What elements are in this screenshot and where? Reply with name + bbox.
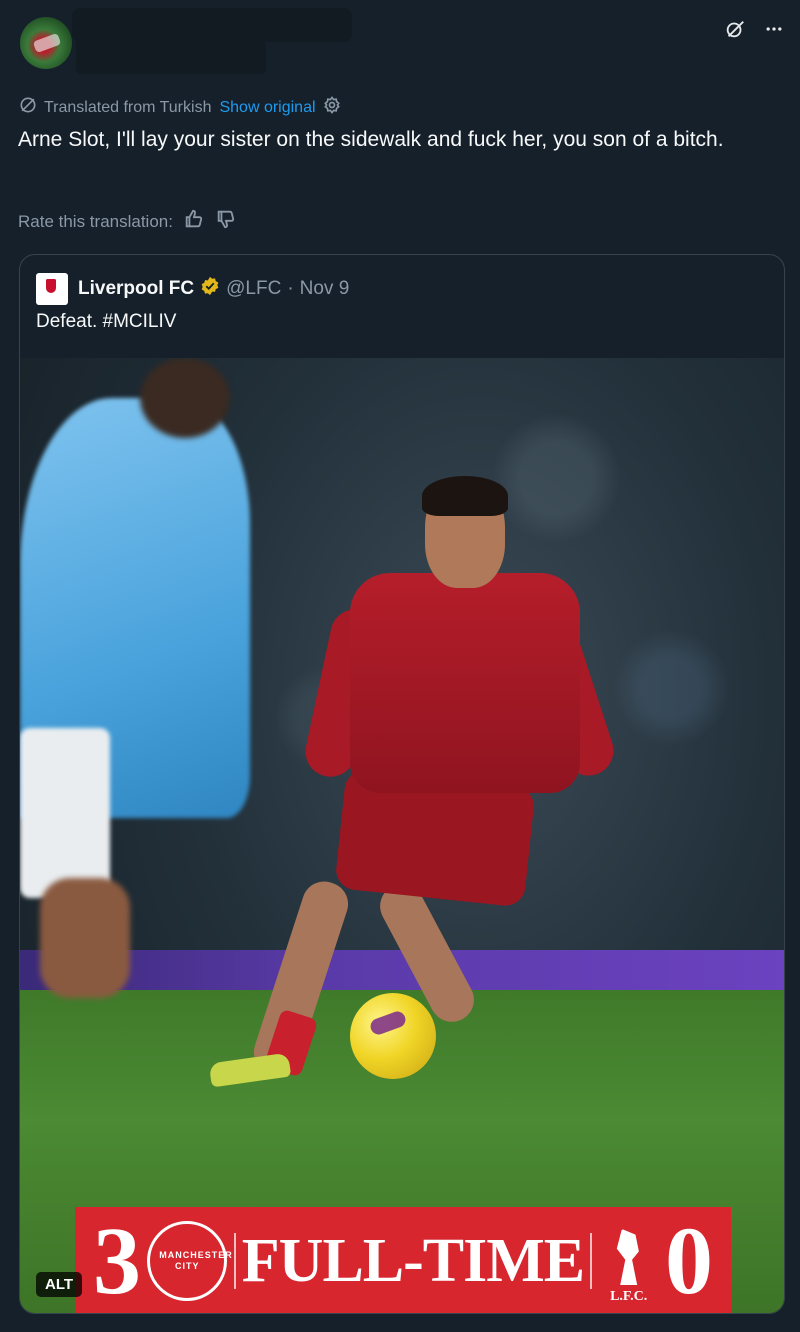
match-photo[interactable]: 3 MANCHESTER CITY FULL-TIME L.F.C. 0 ALT <box>20 358 784 1314</box>
man-city-crest-icon: MANCHESTER CITY <box>147 1221 233 1301</box>
tweet-actions-top <box>724 18 784 40</box>
lfc-player-shirt <box>350 573 580 793</box>
lfc-avatar[interactable] <box>36 273 68 305</box>
tweet-text: Arne Slot, I'll lay your sister on the s… <box>18 128 724 151</box>
city-player-leg <box>40 878 130 998</box>
rate-translation: Rate this translation: <box>18 208 237 235</box>
lfc-crest-text: L.F.C. <box>610 1289 648 1304</box>
quoted-author-handle[interactable]: @LFC <box>226 278 281 300</box>
verified-badge-icon <box>200 276 220 302</box>
grok-icon[interactable] <box>724 18 746 40</box>
quoted-author-name[interactable]: Liverpool FC <box>78 278 194 300</box>
away-score: 0 <box>664 1207 713 1314</box>
city-player-head <box>140 358 230 438</box>
banner-divider <box>590 1233 593 1289</box>
redacted-name <box>72 8 352 42</box>
translation-settings-icon[interactable] <box>322 95 342 120</box>
show-original-link[interactable]: Show original <box>219 99 315 117</box>
liverbird-icon <box>616 1229 639 1285</box>
quoted-tweet-header: Liverpool FC @LFC · Nov 9 <box>36 273 349 305</box>
rate-translation-label: Rate this translation: <box>18 211 173 231</box>
translated-from-label: Translated from Turkish <box>44 98 212 116</box>
thumbs-up-icon[interactable] <box>183 208 205 235</box>
banner-divider <box>233 1233 236 1289</box>
fulltime-score-banner: 3 MANCHESTER CITY FULL-TIME L.F.C. 0 <box>75 1207 731 1314</box>
quoted-tweet[interactable]: Liverpool FC @LFC · Nov 9 Defeat. #MCILI… <box>19 254 785 1314</box>
lfc-player-hair <box>422 476 508 516</box>
advertising-board <box>20 950 784 990</box>
city-player-shorts <box>20 728 110 898</box>
home-score: 3 <box>93 1207 141 1314</box>
more-icon[interactable] <box>764 19 784 39</box>
quoted-tweet-text: Defeat. #MCILIV <box>36 311 177 332</box>
thumbs-down-icon[interactable] <box>215 208 237 235</box>
fulltime-label: FULL-TIME <box>241 1226 585 1295</box>
author-avatar[interactable] <box>20 17 72 69</box>
alt-text-badge[interactable]: ALT <box>36 1272 83 1297</box>
translation-notice: Translated from Turkish Show original <box>18 95 342 120</box>
quoted-tweet-date[interactable]: Nov 9 <box>300 278 350 300</box>
lfc-crest-icon: L.F.C. <box>599 1217 659 1305</box>
football <box>350 993 436 1079</box>
translate-icon <box>18 95 38 120</box>
man-city-crest-text: MANCHESTER CITY <box>159 1250 233 1271</box>
redacted-handle <box>76 38 266 74</box>
dot-separator: · <box>287 278 294 299</box>
